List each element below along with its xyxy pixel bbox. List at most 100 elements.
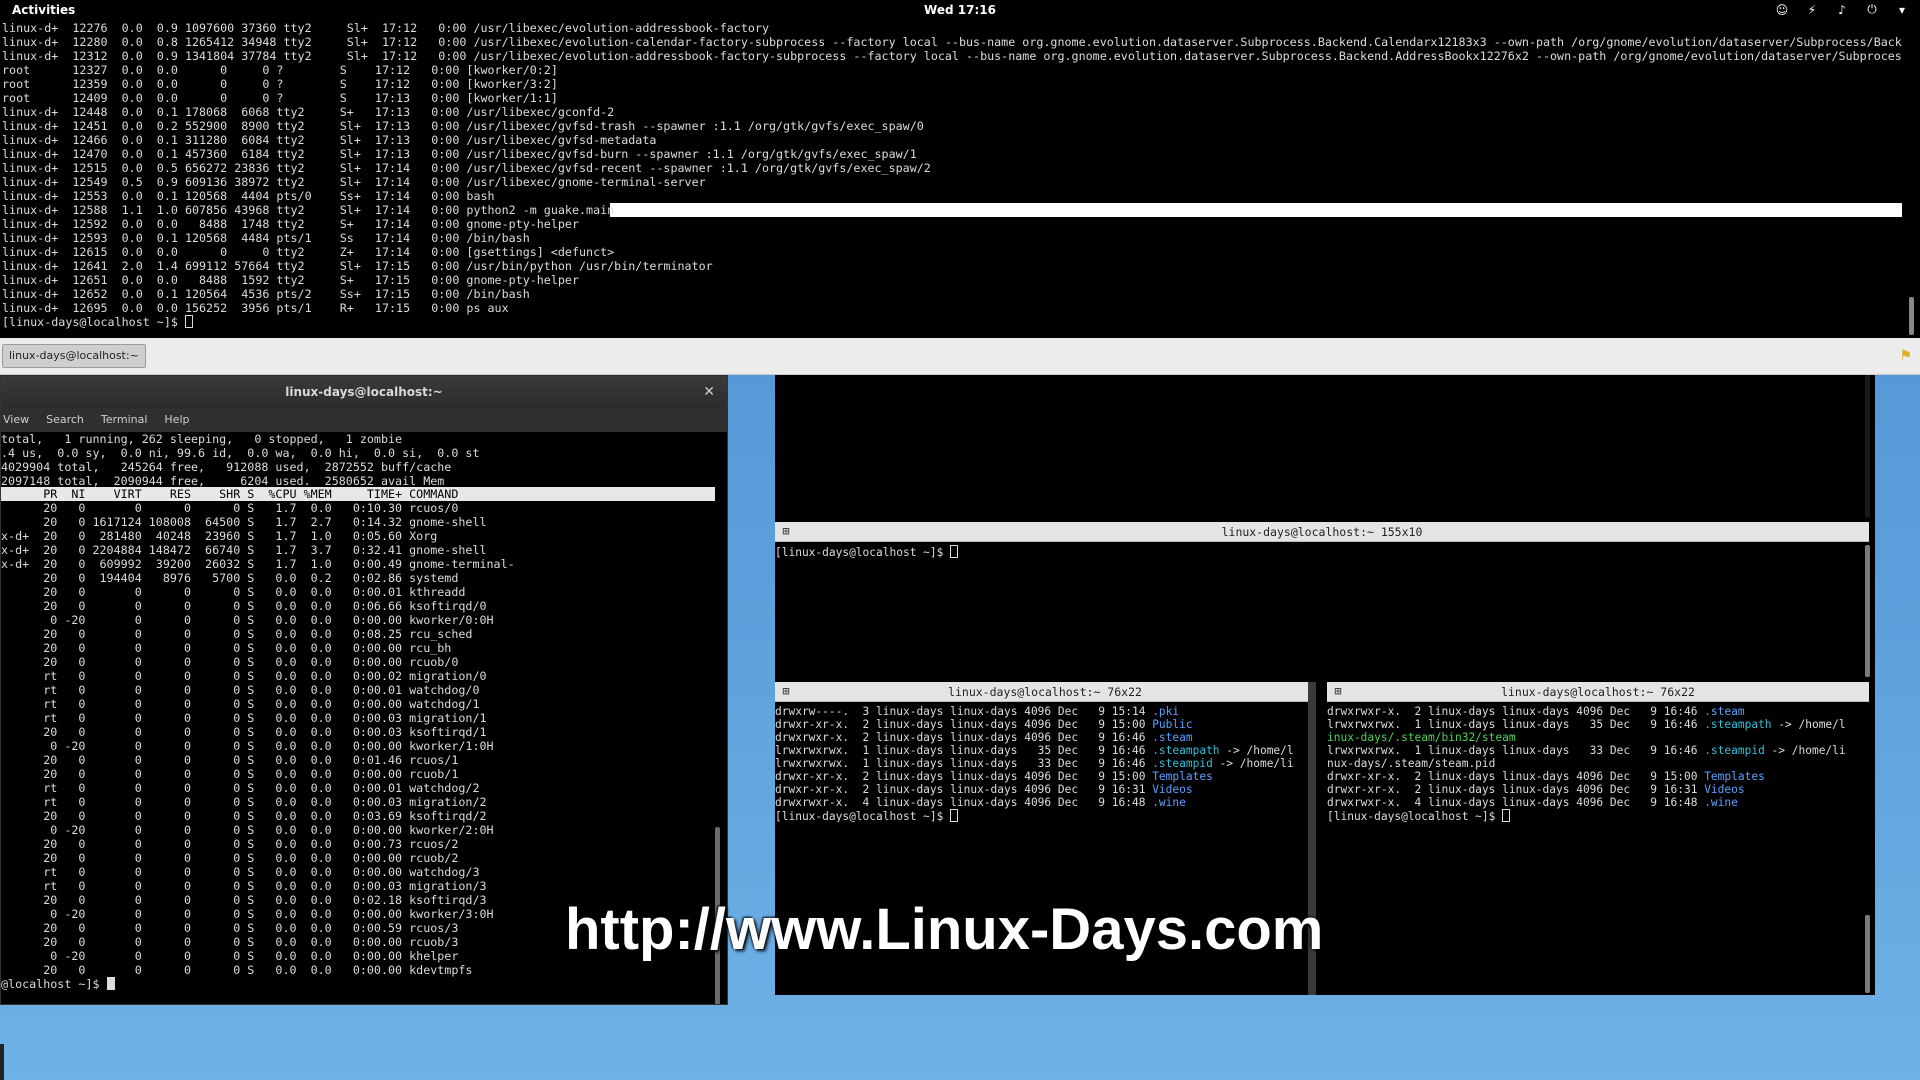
prompt: [linux-days@localhost ~]$ (775, 810, 951, 822)
prompt: @localhost ~]$ (1, 977, 107, 991)
table-row: rt 0 0 0 0 S 0.0 0.0 0:00.00 watchdog/1 (1, 697, 480, 711)
cursor (106, 977, 115, 990)
list-item: lrwxrwxrwx. 1 linux-days linux-days 33 D… (1327, 744, 1859, 757)
list-item: drwxrw----. 3 linux-days linux-days 4096… (775, 705, 1307, 718)
grid-icon[interactable]: ⊞ (779, 524, 793, 538)
file-name: .steampid (1704, 744, 1765, 757)
prompt: [linux-days@localhost ~]$ (1327, 810, 1503, 822)
terminal-line: linux-d+ 12592 0.0 0.0 8488 1748 tty2 S+… (2, 217, 579, 231)
pane-middle-title: linux-days@localhost:~ 155x10 (1221, 525, 1423, 539)
pane-right-titlebar[interactable]: ⊞ linux-days@localhost:~ 76x22 (1327, 682, 1869, 702)
file-name: Videos (1152, 783, 1193, 796)
table-row: rt 0 0 0 0 S 0.0 0.0 0:00.03 migration/2 (1, 795, 487, 809)
flag-icon[interactable]: ⚑ (1899, 348, 1912, 364)
terminal-line: linux-d+ 12553 0.0 0.1 120568 4404 pts/0… (2, 189, 495, 203)
table-row: 20 0 0 0 0 S 0.0 0.0 0:00.03 ksoftirqd/1 (1, 725, 487, 739)
table-row: 20 0 0 0 0 S 0.0 0.0 0:00.00 kdevtmpfs (1, 963, 473, 977)
terminal-line: linux-d+ 12280 0.0 0.8 1265412 34948 tty… (2, 35, 1902, 49)
guake-terminal[interactable]: linux-d+ 12276 0.0 0.9 1097600 37360 tty… (0, 21, 1920, 338)
people-icon[interactable]: ☺ (1774, 3, 1790, 17)
menu-item-search[interactable]: Search (46, 408, 84, 432)
pane-top[interactable] (775, 375, 1860, 518)
pane-right-scrollbar[interactable] (1865, 915, 1870, 993)
terminal-line: linux-d+ 12651 0.0 0.0 8488 1592 tty2 S+… (2, 273, 579, 287)
pane-middle[interactable]: [linux-days@localhost ~]$ (775, 543, 1860, 679)
list-item: drwxr-xr-x. 2 linux-days linux-days 4096… (775, 718, 1307, 731)
table-row: 20 0 0 0 0 S 1.7 0.0 0:10.30 rcuos/0 (1, 501, 459, 515)
summary-line: 4029904 total, 245264 free, 912088 used,… (1, 460, 452, 474)
table-row: x-d+ 20 0 2204884 148472 66740 S 1.7 3.7… (1, 543, 487, 557)
table-row: 20 0 0 0 0 S 0.0 0.0 0:00.01 kthreadd (1, 585, 466, 599)
top-prompt-line: @localhost ~]$ (1, 977, 715, 991)
list-item: drwxr-xr-x. 2 linux-days linux-days 4096… (775, 770, 1307, 783)
cursor (950, 809, 959, 822)
file-name: Public (1152, 718, 1193, 731)
file-name: .wine (1704, 796, 1738, 809)
prompt: [linux-days@localhost ~]$ (2, 315, 185, 329)
file-name: inux-days/.steam/bin32/steam (1327, 731, 1516, 744)
table-row: 0 -20 0 0 0 S 0.0 0.0 0:00.00 kworker/2:… (1, 823, 494, 837)
pane-middle-prompt: [linux-days@localhost ~]$ (775, 545, 1860, 558)
watermark: http://www.Linux-Days.com (565, 897, 1324, 962)
guake-scrollbar[interactable] (1909, 297, 1914, 335)
window-titlebar[interactable]: linux-days@localhost:~ ✕ (1, 376, 727, 408)
corner-handle (0, 1044, 4, 1080)
pane-middle-scrollbar[interactable] (1865, 545, 1870, 677)
list-item: drwxrwxr-x. 4 linux-days linux-days 4096… (1327, 796, 1859, 809)
table-header: PR NI VIRT RES SHR S %CPU %MEM TIME+ COM… (1, 487, 715, 501)
terminal-line: linux-d+ 12695 0.0 0.0 156252 3956 pts/1… (2, 301, 509, 315)
file-name: .pki (1152, 705, 1180, 718)
menu-item-view[interactable]: View (3, 408, 29, 432)
link-target: -> /home/l (1219, 744, 1294, 757)
grid-icon[interactable]: ⊞ (1331, 684, 1345, 698)
file-name: .steampath (1704, 718, 1772, 731)
pane-right[interactable]: drwxrwxr-x. 2 linux-days linux-days 4096… (1327, 703, 1859, 995)
file-meta: drwxrwxr-x. 2 linux-days linux-days 4096… (1327, 705, 1705, 718)
list-item: drwxr-xr-x. 2 linux-days linux-days 4096… (1327, 770, 1859, 783)
file-name: .steam (1704, 705, 1745, 718)
terminal-line: linux-d+ 12593 0.0 0.1 120568 4484 pts/1… (2, 231, 530, 245)
file-meta: lrwxrwxrwx. 1 linux-days linux-days 33 D… (775, 757, 1153, 770)
file-meta: drwxrw----. 3 linux-days linux-days 4096… (775, 705, 1153, 718)
volume-icon[interactable]: ♪ (1834, 3, 1850, 17)
table-row: rt 0 0 0 0 S 0.0 0.0 0:00.01 watchdog/2 (1, 781, 480, 795)
file-name: .wine (1152, 796, 1186, 809)
table-row: 0 -20 0 0 0 S 0.0 0.0 0:00.00 kworker/0:… (1, 613, 494, 627)
table-row: rt 0 0 0 0 S 0.0 0.0 0:00.00 watchdog/3 (1, 865, 480, 879)
system-tray[interactable]: ☺ ⚡ ♪ ⏻ ▾ (1774, 2, 1910, 17)
file-name: Templates (1704, 770, 1765, 783)
menu-item-help[interactable]: Help (164, 408, 189, 432)
guake-output: linux-d+ 12276 0.0 0.9 1097600 37360 tty… (2, 21, 1902, 329)
pane-top-scrollbar[interactable] (1865, 375, 1870, 518)
list-item: drwxrwxr-x. 2 linux-days linux-days 4096… (1327, 705, 1859, 718)
power-icon[interactable]: ⏻ (1864, 2, 1880, 17)
table-row: 20 0 0 0 0 S 0.0 0.0 0:00.00 rcuob/2 (1, 851, 459, 865)
pane-middle-titlebar[interactable]: ⊞ linux-days@localhost:~ 155x10 (775, 522, 1869, 542)
guake-tab[interactable]: linux-days@localhost:~ (2, 344, 146, 368)
terminal-line: linux-d+ 12276 0.0 0.9 1097600 37360 tty… (2, 21, 769, 35)
file-name: .steam (1152, 731, 1193, 744)
terminal-line: linux-d+ 12588 1.1 1.0 607856 43968 tty2… (2, 203, 1902, 217)
file-meta: lrwxrwxrwx. 1 linux-days linux-days 35 D… (1327, 718, 1705, 731)
link-target: -> /home/li (1212, 757, 1294, 770)
grid-icon[interactable]: ⊞ (779, 684, 793, 698)
file-meta: lrwxrwxrwx. 1 linux-days linux-days 33 D… (1327, 744, 1705, 757)
menu-item-terminal[interactable]: Terminal (101, 408, 148, 432)
file-meta: drwxr-xr-x. 2 linux-days linux-days 4096… (775, 770, 1153, 783)
summary-line: total, 1 running, 262 sleeping, 0 stoppe… (1, 432, 403, 446)
table-row: rt 0 0 0 0 S 0.0 0.0 0:00.01 watchdog/0 (1, 683, 480, 697)
network-icon[interactable]: ⚡ (1804, 3, 1820, 17)
list-item: drwxrwxr-x. 4 linux-days linux-days 4096… (775, 796, 1307, 809)
terminal-line: root 12409 0.0 0.0 0 0 ? S 17:13 0:00 [k… (2, 91, 558, 105)
terminal-line: linux-d+ 12615 0.0 0.0 0 0 tty2 Z+ 17:14… (2, 245, 615, 259)
pane-left-titlebar[interactable]: ⊞ linux-days@localhost:~ 76x22 (775, 682, 1315, 702)
list-item: drwxr-xr-x. 2 linux-days linux-days 4096… (775, 783, 1307, 796)
list-item: nux-days/.steam/steam.pid (1327, 757, 1859, 770)
terminal-line: root 12359 0.0 0.0 0 0 ? S 17:12 0:00 [k… (2, 77, 558, 91)
pane-right-title: linux-days@localhost:~ 76x22 (1501, 685, 1695, 699)
chevron-down-icon[interactable]: ▾ (1894, 3, 1910, 17)
file-meta: drwxr-xr-x. 2 linux-days linux-days 4096… (775, 718, 1153, 731)
cursor (184, 315, 193, 328)
clock[interactable]: Wed 17:16 (0, 3, 1920, 17)
close-icon[interactable]: ✕ (703, 376, 715, 408)
